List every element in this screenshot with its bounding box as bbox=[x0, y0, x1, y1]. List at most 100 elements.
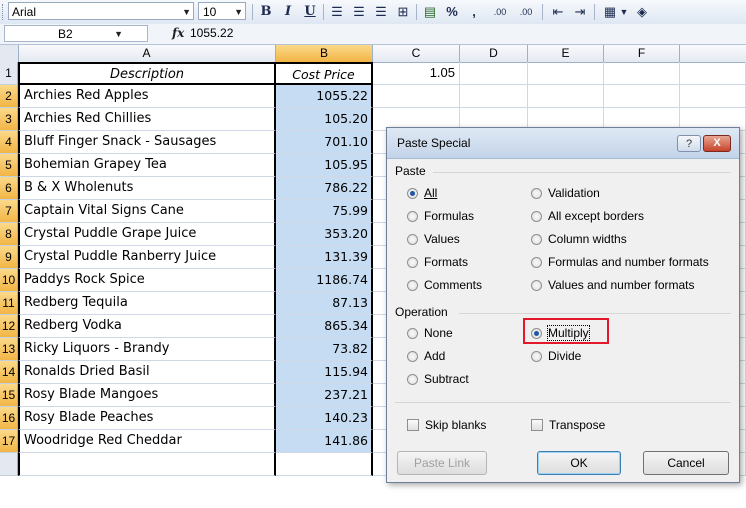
radio-icon[interactable] bbox=[531, 211, 542, 222]
radio-icon[interactable] bbox=[531, 188, 542, 199]
row-header[interactable]: 12 bbox=[0, 315, 18, 338]
cell-cost-price[interactable]: 140.23 bbox=[276, 407, 373, 430]
row-header[interactable]: 5 bbox=[0, 154, 18, 177]
radio-icon[interactable] bbox=[531, 351, 542, 362]
increase-decimal-button[interactable]: .00 bbox=[488, 2, 512, 22]
percent-button[interactable]: % bbox=[442, 2, 462, 22]
column-header-f[interactable]: F bbox=[604, 45, 680, 62]
align-center-icon[interactable]: ☰ bbox=[349, 2, 369, 22]
radio-icon[interactable] bbox=[407, 374, 418, 385]
cell-e[interactable] bbox=[528, 85, 604, 108]
paste-formats-option[interactable]: Formats bbox=[407, 255, 468, 269]
help-button[interactable]: ? bbox=[677, 135, 701, 152]
cell-c[interactable]: 1.05 bbox=[373, 62, 460, 85]
cell-description[interactable]: Paddys Rock Spice bbox=[18, 269, 276, 292]
row-header[interactable]: 6 bbox=[0, 177, 18, 200]
paste-formulas-number-formats-option[interactable]: Formulas and number formats bbox=[531, 255, 709, 269]
cell-cost-price[interactable]: 786.22 bbox=[276, 177, 373, 200]
align-left-icon[interactable]: ☰ bbox=[327, 2, 347, 22]
cell-cost-price[interactable]: 115.94 bbox=[276, 361, 373, 384]
paste-all-except-borders-option[interactable]: All except borders bbox=[531, 209, 644, 223]
radio-icon[interactable] bbox=[407, 257, 418, 268]
fill-color-icon[interactable]: ◈ bbox=[632, 2, 652, 22]
cell-cost-price[interactable]: 105.95 bbox=[276, 154, 373, 177]
comma-style-button[interactable]: , bbox=[464, 2, 484, 22]
row-header[interactable]: 14 bbox=[0, 361, 18, 384]
radio-icon[interactable] bbox=[531, 234, 542, 245]
cell-cost-price[interactable]: 75.99 bbox=[276, 200, 373, 223]
row-header[interactable]: 2 bbox=[0, 85, 18, 108]
cell-description[interactable]: Bohemian Grapey Tea bbox=[18, 154, 276, 177]
cell-description[interactable]: Redberg Tequila bbox=[18, 292, 276, 315]
paste-column-widths-option[interactable]: Column widths bbox=[531, 232, 627, 246]
cell-cost-price[interactable]: 141.86 bbox=[276, 430, 373, 453]
decrease-indent-icon[interactable]: ⇤ bbox=[548, 2, 568, 22]
skip-blanks-checkbox[interactable]: Skip blanks bbox=[407, 418, 486, 432]
column-header-c[interactable]: C bbox=[373, 45, 460, 62]
underline-button[interactable]: U bbox=[300, 2, 320, 22]
paste-link-button[interactable]: Paste Link bbox=[397, 451, 487, 475]
insert-function-icon[interactable]: fx bbox=[172, 26, 184, 40]
increase-indent-icon[interactable]: ⇥ bbox=[570, 2, 590, 22]
currency-icon[interactable]: ▤ bbox=[420, 2, 440, 22]
cell-c[interactable] bbox=[373, 85, 460, 108]
operation-add-option[interactable]: Add bbox=[407, 349, 445, 363]
row-header[interactable]: 7 bbox=[0, 200, 18, 223]
cell-e[interactable] bbox=[528, 62, 604, 85]
cell-f[interactable] bbox=[604, 85, 680, 108]
align-right-icon[interactable]: ☰ bbox=[371, 2, 391, 22]
chevron-down-icon[interactable]: ▼ bbox=[114, 26, 123, 42]
radio-icon[interactable] bbox=[407, 211, 418, 222]
cell-description[interactable]: Rosy Blade Peaches bbox=[18, 407, 276, 430]
cell-description[interactable]: Ronalds Dried Basil bbox=[18, 361, 276, 384]
cell-description[interactable]: Bluff Finger Snack - Sausages bbox=[18, 131, 276, 154]
row-header[interactable]: 9 bbox=[0, 246, 18, 269]
radio-icon[interactable] bbox=[407, 351, 418, 362]
paste-comments-option[interactable]: Comments bbox=[407, 278, 482, 292]
radio-icon[interactable] bbox=[407, 328, 418, 339]
select-all-corner[interactable] bbox=[0, 45, 19, 62]
cell-cost-price[interactable] bbox=[276, 453, 373, 476]
row-header[interactable]: 13 bbox=[0, 338, 18, 361]
cell-cost-price[interactable]: 73.82 bbox=[276, 338, 373, 361]
cell-description[interactable]: Rosy Blade Mangoes bbox=[18, 384, 276, 407]
operation-divide-option[interactable]: Divide bbox=[531, 349, 581, 363]
italic-button[interactable]: I bbox=[278, 2, 298, 22]
toolbar-grip[interactable] bbox=[2, 4, 6, 20]
chevron-down-icon[interactable]: ▼ bbox=[618, 2, 630, 22]
cell-cost-price[interactable]: 105.20 bbox=[276, 108, 373, 131]
name-box[interactable]: B2 ▼ bbox=[4, 25, 148, 42]
chevron-down-icon[interactable]: ▼ bbox=[234, 3, 243, 21]
row-header[interactable]: 3 bbox=[0, 108, 18, 131]
paste-formulas-option[interactable]: Formulas bbox=[407, 209, 474, 223]
cell-description[interactable] bbox=[18, 453, 276, 476]
operation-none-option[interactable]: None bbox=[407, 326, 453, 340]
row-header[interactable]: 4 bbox=[0, 131, 18, 154]
checkbox-icon[interactable] bbox=[531, 419, 543, 431]
paste-all-option[interactable]: All bbox=[407, 186, 437, 200]
cell-cost-price[interactable]: 131.39 bbox=[276, 246, 373, 269]
cell-cost-price[interactable]: 701.10 bbox=[276, 131, 373, 154]
cell-description[interactable]: Description bbox=[18, 62, 276, 85]
row-header[interactable] bbox=[0, 453, 18, 476]
column-header-e[interactable]: E bbox=[528, 45, 604, 62]
checkbox-icon[interactable] bbox=[407, 419, 419, 431]
cell-description[interactable]: Ricky Liquors - Brandy bbox=[18, 338, 276, 361]
cell-cost-price[interactable]: 1055.22 bbox=[276, 85, 373, 108]
cell-cost-price[interactable]: Cost Price bbox=[276, 62, 373, 85]
radio-icon[interactable] bbox=[531, 280, 542, 291]
row-header[interactable]: 16 bbox=[0, 407, 18, 430]
row-header[interactable]: 1 bbox=[0, 62, 18, 85]
cell-cost-price[interactable]: 1186.74 bbox=[276, 269, 373, 292]
decrease-decimal-button[interactable]: .00 bbox=[514, 2, 538, 22]
font-name-select[interactable]: Arial ▼ bbox=[8, 2, 194, 20]
cell-cost-price[interactable]: 237.21 bbox=[276, 384, 373, 407]
cell-cost-price[interactable]: 353.20 bbox=[276, 223, 373, 246]
cell-description[interactable]: Crystal Puddle Ranberry Juice bbox=[18, 246, 276, 269]
column-header-b[interactable]: B bbox=[276, 45, 373, 62]
cell-g[interactable] bbox=[680, 62, 746, 85]
cancel-button[interactable]: Cancel bbox=[643, 451, 729, 475]
cell-description[interactable]: Redberg Vodka bbox=[18, 315, 276, 338]
cell-description[interactable]: Captain Vital Signs Cane bbox=[18, 200, 276, 223]
paste-values-option[interactable]: Values bbox=[407, 232, 460, 246]
